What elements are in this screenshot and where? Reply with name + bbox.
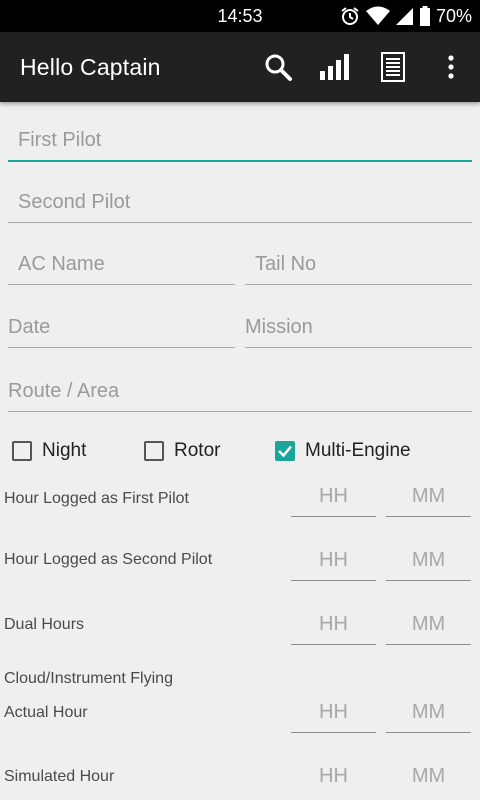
mm-placeholder: MM: [411, 613, 446, 635]
actual-mm-input[interactable]: MM: [386, 697, 471, 733]
stats-icon: [320, 54, 349, 80]
wifi-icon: [365, 6, 390, 25]
first-pilot-placeholder: First Pilot: [18, 129, 102, 151]
actual-hour-label: Actual Hour: [4, 704, 88, 721]
overflow-menu-button[interactable]: [433, 49, 469, 85]
battery-percent: 70%: [435, 5, 472, 26]
date-field[interactable]: Date: [8, 302, 235, 348]
hh-placeholder: HH: [319, 549, 348, 571]
second-pilot-placeholder: Second Pilot: [18, 191, 131, 213]
rotor-checkbox-label: Rotor: [174, 440, 221, 461]
simulated-hour-label: Simulated Hour: [4, 768, 115, 785]
second-pilot-mm-input[interactable]: MM: [386, 545, 471, 581]
first-pilot-mm-input[interactable]: MM: [386, 481, 471, 517]
actual-hh-input[interactable]: HH: [291, 697, 376, 733]
hh-placeholder: HH: [319, 485, 348, 507]
night-checkbox[interactable]: Night: [12, 440, 86, 462]
second-pilot-hours-label: Hour Logged as Second Pilot: [4, 551, 213, 568]
simulated-hh-input[interactable]: HH: [291, 761, 376, 797]
overflow-menu-icon: [448, 55, 454, 79]
list-button[interactable]: [375, 49, 411, 85]
list-icon: [381, 52, 405, 82]
mm-placeholder: MM: [411, 765, 446, 787]
rotor-checkbox[interactable]: Rotor: [144, 440, 220, 462]
second-pilot-hh-input[interactable]: HH: [291, 545, 376, 581]
dual-hh-input[interactable]: HH: [291, 609, 376, 645]
checkmark-icon: [278, 445, 292, 458]
app-title: Hello Captain: [20, 54, 161, 80]
mm-placeholder: MM: [411, 485, 446, 507]
status-icons: 70%: [340, 5, 472, 27]
hh-placeholder: HH: [319, 613, 348, 635]
hh-placeholder: HH: [319, 701, 348, 723]
second-pilot-field[interactable]: Second Pilot: [8, 182, 472, 223]
ac-name-placeholder: AC Name: [18, 253, 105, 275]
dual-hours-label: Dual Hours: [4, 616, 85, 633]
mm-placeholder: MM: [411, 701, 446, 723]
dual-mm-input[interactable]: MM: [386, 609, 471, 645]
signal-icon: [395, 8, 413, 25]
tail-no-placeholder: Tail No: [255, 253, 317, 275]
search-icon: [265, 54, 292, 81]
route-area-placeholder: Route / Area: [8, 380, 120, 402]
ac-name-field[interactable]: AC Name: [8, 244, 235, 285]
mission-field[interactable]: Mission: [245, 302, 472, 348]
multi-engine-checkbox-label: Multi-Engine: [305, 440, 411, 461]
cloud-instrument-section-label: Cloud/Instrument Flying: [4, 670, 173, 687]
first-pilot-hours-label: Hour Logged as First Pilot: [4, 490, 189, 507]
date-placeholder: Date: [8, 316, 51, 338]
multi-engine-checkbox-box: [275, 441, 295, 461]
mission-placeholder: Mission: [245, 316, 313, 338]
night-checkbox-label: Night: [42, 440, 87, 461]
search-button[interactable]: [260, 49, 296, 85]
route-area-field[interactable]: Route / Area: [8, 366, 472, 412]
multi-engine-checkbox[interactable]: Multi-Engine: [275, 440, 411, 462]
simulated-mm-input[interactable]: MM: [386, 761, 471, 797]
night-checkbox-box: [12, 441, 32, 461]
rotor-checkbox-box: [144, 441, 164, 461]
alarm-icon: [341, 7, 359, 25]
battery-icon: [419, 6, 430, 26]
first-pilot-hh-input[interactable]: HH: [291, 481, 376, 517]
first-pilot-field[interactable]: First Pilot: [8, 120, 472, 162]
status-bar: 14:53 70%: [0, 0, 480, 32]
app-bar: Hello Captain: [0, 32, 480, 102]
mm-placeholder: MM: [411, 549, 446, 571]
hh-placeholder: HH: [319, 765, 348, 787]
tail-no-field[interactable]: Tail No: [245, 244, 472, 285]
stats-button[interactable]: [317, 49, 353, 85]
